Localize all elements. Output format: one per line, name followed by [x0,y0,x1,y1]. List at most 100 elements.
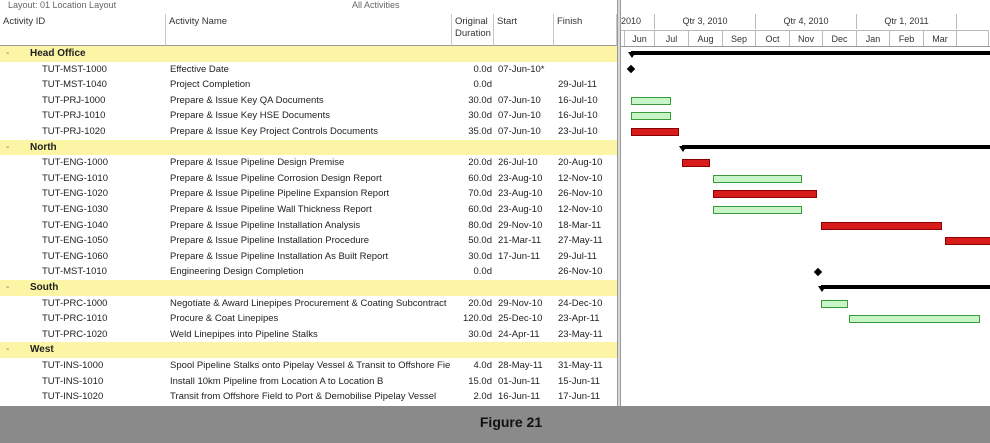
critical-task-bar[interactable] [820,221,943,230]
month-cell: Aug [689,30,723,46]
start-date: 26-Jul-10 [498,157,538,169]
summary-bar[interactable] [631,51,990,55]
critical-task-bar[interactable] [631,128,680,136]
month-cell: Sep [723,30,756,46]
figure-label: Figure 21 [479,414,543,430]
month-cell: Jun [625,30,655,46]
column-header-finish[interactable]: Finish [554,14,617,46]
activity-row[interactable]: TUT-MST-1000 Effective Date 0.0d 07-Jun-10* [0,62,617,78]
activity-row[interactable]: TUT-INS-1020 Transit from Offshore Field … [0,389,617,405]
activity-name: Project Completion [170,79,251,91]
finish-date: 18-Mar-11 [558,219,602,231]
task-bar[interactable] [849,315,981,324]
critical-task-bar[interactable] [713,190,818,199]
original-duration: 0.0d [473,266,493,278]
original-duration: 20.0d [468,297,492,309]
collapse-icon[interactable]: - [6,140,9,156]
activity-row[interactable]: TUT-PRC-1010 Procure & Coat Linepipes 120.… [0,311,617,327]
finish-date: 23-Jul-10 [558,126,598,137]
finish-date: 29-Jul-11 [558,79,597,91]
task-bar[interactable] [713,206,803,214]
activity-name: Weld Linepipes into Pipeline Stalks [170,328,318,340]
activity-name: Prepare & Issue Key QA Documents [170,94,324,106]
original-duration: 0.0d [473,63,493,75]
month-cell [957,30,989,46]
activity-row[interactable]: TUT-ENG-1000 Prepare & Issue Pipeline Des… [0,155,617,171]
activity-row[interactable]: TUT-PRC-1000 Negotiate & Award Linepipes … [0,296,617,312]
start-date: 07-Jun-10 [498,94,541,106]
activity-row[interactable]: TUT-PRJ-1020 Prepare & Issue Key Project … [0,124,617,140]
activity-name: Prepare & Issue Key HSE Documents [170,110,330,122]
collapse-icon[interactable]: - [6,46,9,62]
start-date: 28-May-11 [498,360,543,371]
critical-task-bar[interactable] [682,159,710,168]
group-row[interactable]: - South [0,280,617,296]
activity-row[interactable]: TUT-ENG-1060 Prepare & Issue Pipeline Ins… [0,249,617,265]
column-header-original-duration[interactable]: Original Duration [452,14,494,46]
task-bar[interactable] [631,112,672,121]
group-name: North [30,141,57,153]
finish-date: 23-May-11 [558,328,603,340]
start-date: 01-Jun-11 [498,375,541,387]
activity-row[interactable]: TUT-PRJ-1010 Prepare & Issue Key HSE Docu… [0,108,617,124]
milestone-marker[interactable] [626,64,636,74]
activity-row[interactable]: TUT-INS-1010 Install 10km Pipeline from L… [0,374,617,390]
activity-row[interactable]: TUT-MST-1040 Project Completion 0.0d 29-Jul… [0,77,617,93]
start-date: 25-Dec-10 [498,313,543,325]
activity-row[interactable]: TUT-ENG-1010 Prepare & Issue Pipeline Cor… [0,171,617,187]
activity-id: TUT-MST-1000 [42,63,107,75]
group-row[interactable]: - North [0,139,617,156]
activity-row[interactable]: TUT-ENG-1020 Prepare & Issue Pipeline Pip… [0,186,617,202]
activity-row[interactable]: TUT-ENG-1050 Prepare & Issue Pipeline Ins… [0,233,617,249]
layout-strip: Layout: 01 Location Layout All Activitie… [0,0,620,14]
original-duration: 120.0d [462,313,492,325]
critical-task-bar[interactable] [945,237,990,246]
finish-date: 31-May-11 [558,360,603,371]
original-duration: 0.0d [473,79,493,91]
month-cell: Jan [857,30,890,46]
task-bar[interactable] [820,299,849,308]
task-bar[interactable] [713,174,803,183]
activity-id: TUT-PRC-1010 [42,313,108,325]
activity-name: Prepare & Issue Pipeline Installation An… [170,219,361,231]
milestone-marker[interactable] [813,267,822,277]
summary-bar[interactable] [820,285,990,289]
finish-date: 12-Nov-10 [558,204,603,215]
activity-id: TUT-ENG-1060 [42,250,108,262]
task-bar[interactable] [631,96,672,105]
activity-id: TUT-INS-1010 [42,375,104,387]
summary-bar[interactable] [682,144,990,149]
finish-date: 16-Jul-10 [558,110,598,122]
finish-date: 16-Jul-10 [558,94,598,106]
gantt-screen: Layout: 01 Location Layout All Activitie… [0,0,990,443]
column-header-activity-name[interactable]: Activity Name [166,14,452,46]
activity-row[interactable]: TUT-ENG-1040 Prepare & Issue Pipeline Ins… [0,218,617,234]
finish-date: 23-Apr-11 [558,313,600,325]
group-row[interactable]: - Head Office [0,46,617,62]
activity-row[interactable]: TUT-PRC-1020 Weld Linepipes into Pipeline… [0,327,617,343]
activity-id: TUT-PRJ-1000 [42,94,106,106]
activity-name: Spool Pipeline Stalks onto Pipelay Vesse… [170,360,450,371]
activity-row[interactable]: TUT-MST-1010 Engineering Design Completio… [0,264,617,280]
activity-row[interactable]: TUT-INS-1000 Spool Pipeline Stalks onto P… [0,358,617,374]
quarter-cell: Qtr 1, 2011 [857,14,957,29]
layout-name: Layout: 01 Location Layout [8,0,117,10]
finish-date: 29-Jul-11 [558,250,597,262]
start-date: 23-Aug-10 [498,172,543,184]
collapse-icon[interactable]: - [6,342,9,358]
activity-id: TUT-INS-1000 [42,360,104,371]
start-date: 29-Nov-10 [498,297,543,309]
group-row[interactable]: - West [0,342,617,358]
original-duration: 60.0d [468,204,492,215]
start-date: 07-Jun-10 [498,110,541,122]
original-duration: 30.0d [468,110,492,122]
activity-row[interactable]: TUT-ENG-1030 Prepare & Issue Pipeline Wal… [0,202,617,218]
collapse-icon[interactable]: - [6,280,9,296]
activity-id: TUT-INS-1020 [42,391,104,403]
original-duration: 30.0d [468,250,492,262]
original-duration: 20.0d [468,157,492,169]
column-header-start[interactable]: Start [494,14,554,46]
start-date: 07-Jun-10* [498,63,545,75]
column-header-activity-id[interactable]: Activity ID [0,14,166,46]
activity-row[interactable]: TUT-PRJ-1000 Prepare & Issue Key QA Docum… [0,93,617,109]
